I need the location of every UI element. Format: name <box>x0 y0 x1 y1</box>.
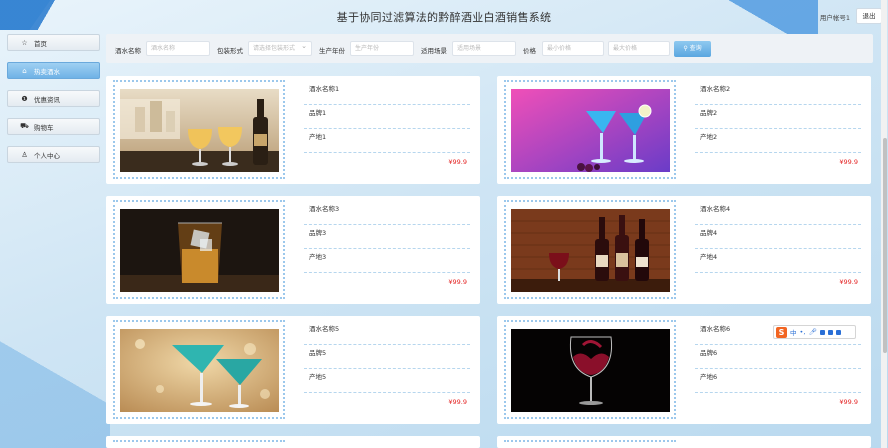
product-image-frame <box>504 320 676 419</box>
product-card[interactable]: 酒水名称1 品牌1 产地1 ¥99.9 <box>106 76 480 184</box>
page-title: 基于协同过滤算法的黔醉酒业白酒销售系统 <box>336 11 552 24</box>
product-brand: 品牌5 <box>304 347 470 369</box>
decor-stripe <box>0 298 110 448</box>
home-icon: ⌂ <box>22 66 27 75</box>
pack-select[interactable]: 请选择包装形式 <box>248 40 312 56</box>
info-icon: ❶ <box>21 94 28 103</box>
date-filter-label: 生产年份 <box>319 47 345 55</box>
scene-filter-label: 适用场景 <box>421 47 447 55</box>
product-card[interactable]: 酒水名称4 品牌4 产地4 ¥99.9 <box>497 196 871 304</box>
product-image-frame <box>113 320 285 419</box>
search-button[interactable]: ⚲ 查询 <box>674 41 711 57</box>
user-icon: ♙ <box>21 150 28 159</box>
skin-icon[interactable] <box>827 329 833 335</box>
product-card[interactable]: 酒水名称2 品牌2 产地2 ¥99.9 <box>497 76 871 184</box>
product-price: ¥99.9 <box>448 398 467 406</box>
product-card[interactable]: 酒水名称3 品牌3 产地3 ¥99.9 <box>106 196 480 304</box>
date-input[interactable]: 生产年份 <box>350 41 414 56</box>
user-account-label[interactable]: 用户帐号1 <box>820 12 850 22</box>
product-brand: 品牌4 <box>695 227 861 249</box>
product-origin: 产地3 <box>304 251 470 273</box>
product-card[interactable] <box>106 436 480 448</box>
sidebar-item-label: 优惠资讯 <box>34 95 60 104</box>
star-icon: ☆ <box>21 38 28 47</box>
product-origin: 产地4 <box>695 251 861 273</box>
product-image-frame <box>504 80 676 179</box>
product-image[interactable] <box>511 329 670 412</box>
product-image[interactable] <box>120 209 279 292</box>
scene-input[interactable]: 适用场景 <box>452 41 516 56</box>
pack-filter-label: 包装形式 <box>217 47 243 55</box>
ime-toolbar[interactable]: S 中 •, 🎤︎ <box>773 325 856 339</box>
product-image-frame <box>113 80 285 179</box>
sidebar-item-label: 热卖酒水 <box>34 67 60 76</box>
product-image-frame <box>504 200 676 299</box>
search-button-label: 查询 <box>689 45 702 52</box>
filter-bar: 酒水名称 酒水名称 包装形式 请选择包装形式 生产年份 生产年份 适用场景 适用… <box>106 34 873 63</box>
sidebar: ☆ 首页 ⌂ 热卖酒水 ❶ 优惠资讯 ⛟ 购物车 ♙ 个人中心 <box>7 34 100 174</box>
product-card[interactable] <box>497 436 871 448</box>
price-filter-label: 价格 <box>523 47 536 55</box>
product-brand: 品牌1 <box>304 107 470 129</box>
scrollbar-thumb[interactable] <box>883 138 887 353</box>
microphone-icon[interactable]: 🎤︎ <box>808 328 816 336</box>
product-price: ¥99.9 <box>839 158 858 166</box>
product-origin: 产地6 <box>695 371 861 393</box>
sogou-logo-icon: S <box>776 326 787 338</box>
product-origin: 产地1 <box>304 131 470 153</box>
product-name: 酒水名称4 <box>695 203 861 225</box>
sidebar-item-profile[interactable]: ♙ 个人中心 <box>7 146 100 163</box>
max-price-input[interactable]: 最大价格 <box>608 41 670 56</box>
cart-icon: ⛟ <box>20 122 29 130</box>
ime-mode-toggle[interactable]: 中 <box>790 327 797 337</box>
product-image[interactable] <box>511 89 670 172</box>
product-origin: 产地5 <box>304 371 470 393</box>
product-brand: 品牌3 <box>304 227 470 249</box>
top-header: 基于协同过滤算法的黔醉酒业白酒销售系统 用户帐号1 退出 <box>0 0 888 30</box>
sidebar-item-promotions[interactable]: ❶ 优惠资讯 <box>7 90 100 107</box>
product-price: ¥99.9 <box>448 158 467 166</box>
product-price: ¥99.9 <box>839 278 858 286</box>
sidebar-item-label: 首页 <box>34 39 47 48</box>
sidebar-item-home[interactable]: ☆ 首页 <box>7 34 100 51</box>
main-content: 酒水名称 酒水名称 包装形式 请选择包装形式 生产年份 生产年份 适用场景 适用… <box>106 30 873 448</box>
name-filter-label: 酒水名称 <box>115 47 141 55</box>
punctuation-icon[interactable]: •, <box>800 328 806 336</box>
sidebar-item-label: 购物车 <box>34 123 54 132</box>
product-price: ¥99.9 <box>448 278 467 286</box>
product-brand: 品牌6 <box>695 347 861 369</box>
product-card[interactable]: 酒水名称5 品牌5 产地5 ¥99.9 <box>106 316 480 424</box>
name-input[interactable]: 酒水名称 <box>146 41 210 56</box>
sidebar-item-cart[interactable]: ⛟ 购物车 <box>7 118 100 135</box>
product-image[interactable] <box>120 329 279 412</box>
product-name: 酒水名称2 <box>695 83 861 105</box>
product-image-frame <box>113 200 285 299</box>
product-image-frame <box>504 440 676 442</box>
product-image[interactable] <box>120 89 279 172</box>
product-origin: 产地2 <box>695 131 861 153</box>
product-brand: 品牌2 <box>695 107 861 129</box>
product-image-frame <box>113 440 285 442</box>
sidebar-item-hot-drinks[interactable]: ⌂ 热卖酒水 <box>7 62 100 79</box>
product-name: 酒水名称5 <box>304 323 470 345</box>
product-name: 酒水名称1 <box>304 83 470 105</box>
sidebar-item-label: 个人中心 <box>34 151 60 160</box>
logout-button[interactable]: 退出 <box>856 8 882 24</box>
product-image[interactable] <box>511 209 670 292</box>
keyboard-icon[interactable] <box>819 329 825 335</box>
product-price: ¥99.9 <box>839 398 858 406</box>
toolbox-icon[interactable] <box>835 329 841 335</box>
product-name: 酒水名称3 <box>304 203 470 225</box>
min-price-input[interactable]: 最小价格 <box>542 41 604 56</box>
